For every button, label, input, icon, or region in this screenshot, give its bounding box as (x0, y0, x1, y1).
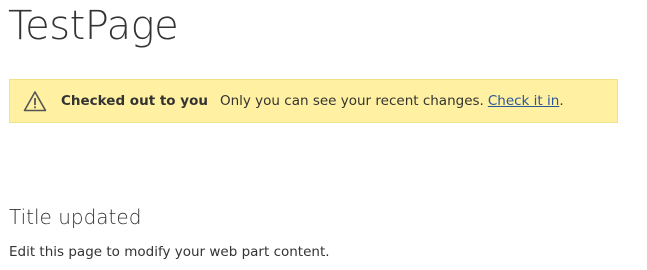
check-in-link-period: . (559, 93, 564, 109)
webpart-title: Title updated (9, 205, 142, 229)
page-title: TestPage (8, 3, 179, 49)
webpart-content: Edit this page to modify your web part c… (9, 244, 330, 260)
checkout-status-banner: Checked out to you Only you can see your… (9, 79, 618, 123)
checkout-status-label: Checked out to you (61, 93, 208, 109)
warning-triangle-icon (23, 90, 47, 112)
page: TestPage Checked out to you Only you can… (0, 0, 647, 270)
checkout-status-message: Only you can see your recent changes. (219, 93, 484, 109)
check-in-link[interactable]: Check it in (488, 93, 559, 109)
